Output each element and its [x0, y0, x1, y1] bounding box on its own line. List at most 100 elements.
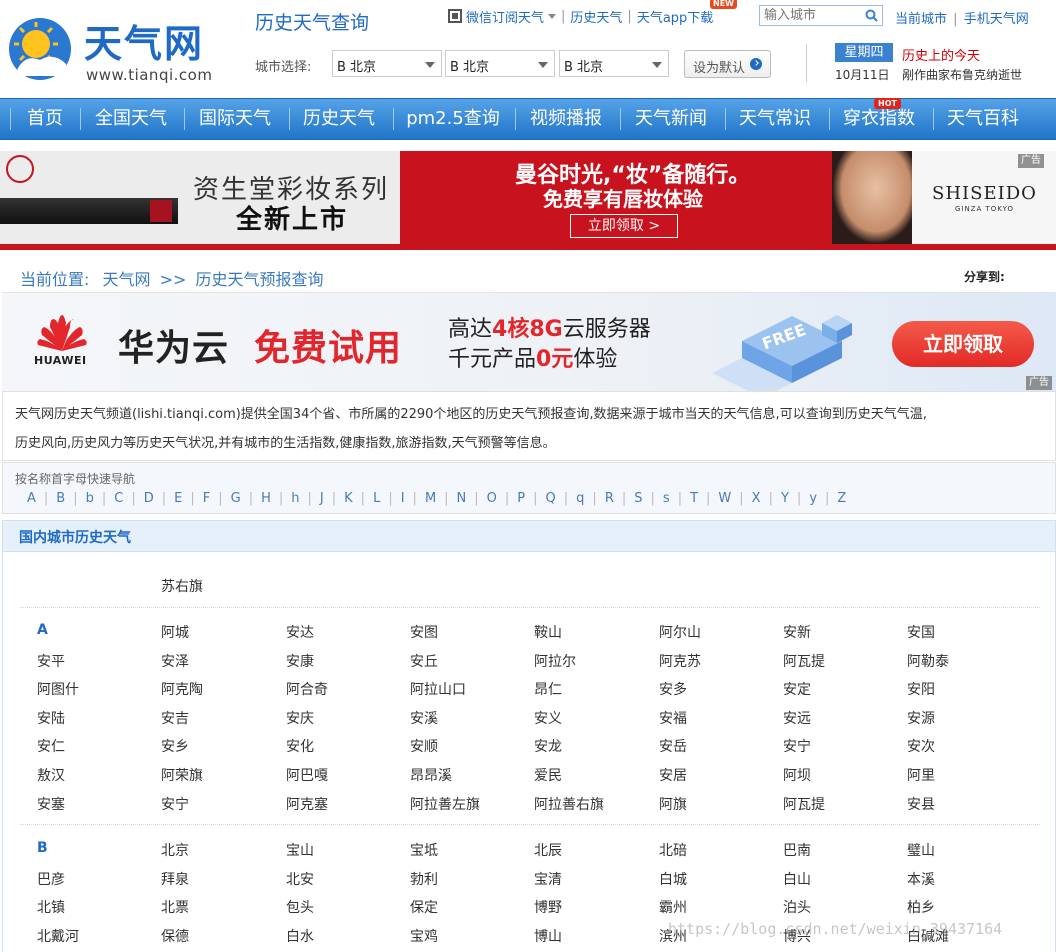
alphabet-letter-link[interactable]: h [291, 491, 299, 506]
city-link[interactable]: 安乡 [161, 736, 189, 756]
city-link[interactable]: 阿城 [161, 622, 189, 642]
nav-item-pm25[interactable]: pm2.5查询 [397, 99, 509, 139]
alphabet-letter-link[interactable]: A [27, 491, 36, 506]
city-link[interactable]: 敖汉 [37, 765, 65, 785]
alphabet-letter-link[interactable]: y [809, 491, 817, 506]
city-link[interactable]: 宝坻 [410, 840, 438, 860]
alphabet-letter-link[interactable]: B [56, 491, 65, 506]
city-link[interactable]: 阿合奇 [286, 679, 328, 699]
city-link[interactable]: 阿里 [907, 765, 935, 785]
city-link[interactable]: 阿克陶 [161, 679, 203, 699]
city-link[interactable]: 博山 [534, 926, 562, 946]
city-link[interactable]: 安阳 [907, 679, 935, 699]
city-link[interactable]: 安县 [907, 794, 935, 814]
city-link[interactable]: 阿拉尔 [534, 651, 576, 671]
today-in-history-link[interactable]: 历史上的今天 [902, 45, 980, 64]
alphabet-letter-link[interactable]: G [231, 491, 241, 506]
city-link[interactable]: 拜泉 [161, 869, 189, 889]
city-link[interactable]: 安庆 [286, 708, 314, 728]
city-link[interactable]: 本溪 [907, 869, 935, 889]
alphabet-letter-link[interactable]: X [752, 491, 761, 506]
city-link[interactable]: 安远 [783, 708, 811, 728]
city-link[interactable]: 安龙 [534, 736, 562, 756]
alphabet-letter-link[interactable]: C [114, 491, 123, 506]
city-link[interactable]: 安化 [286, 736, 314, 756]
alphabet-letter-link[interactable]: S [634, 491, 642, 506]
province-select[interactable]: B 北京 [332, 50, 442, 77]
city-link[interactable]: 安吉 [161, 708, 189, 728]
city-link[interactable]: 宝山 [286, 840, 314, 860]
alphabet-letter-link[interactable]: Y [781, 491, 789, 506]
city-link[interactable]: 安塞 [37, 794, 65, 814]
nav-item-national[interactable]: 全国天气 [84, 99, 178, 139]
city-link[interactable]: 阿拉善左旗 [410, 794, 480, 814]
alphabet-letter-link[interactable]: J [320, 491, 324, 506]
city-link[interactable]: 安国 [907, 622, 935, 642]
city-link[interactable]: 阿旗 [659, 794, 687, 814]
shiseido-ad-banner[interactable]: 资生堂彩妆系列 全新上市 曼谷时光,“妆”备随行。 免费享有唇妆体验 立即领取 … [0, 151, 1056, 250]
city-link[interactable]: 阿瓦提 [783, 794, 825, 814]
nav-item-home[interactable]: 首页 [14, 99, 76, 139]
city-link[interactable]: 安福 [659, 708, 687, 728]
city-link[interactable]: 北安 [286, 869, 314, 889]
city-select[interactable]: B 北京 [445, 50, 555, 77]
history-weather-link[interactable]: 历史天气 [570, 7, 622, 26]
city-link[interactable]: 安新 [783, 622, 811, 642]
city-link[interactable]: 北京 [161, 840, 189, 860]
alphabet-letter-link[interactable]: F [203, 491, 210, 506]
ad-claim-button[interactable]: 立即领取 > [570, 214, 678, 238]
city-link[interactable]: 宝鸡 [410, 926, 438, 946]
current-city-link[interactable]: 当前城市 [895, 12, 947, 27]
city-link[interactable]: 巴彦 [37, 869, 65, 889]
wechat-subscribe-link[interactable]: 微信订阅天气 [466, 7, 544, 26]
city-link[interactable]: 安宁 [783, 736, 811, 756]
nav-item-video[interactable]: 视频播报 [519, 99, 613, 139]
alphabet-letter-link[interactable]: H [261, 491, 271, 506]
city-link[interactable]: 白山 [783, 869, 811, 889]
city-link[interactable]: 阿尔山 [659, 622, 701, 642]
city-link[interactable]: 安丘 [410, 651, 438, 671]
city-link[interactable]: 安泽 [161, 651, 189, 671]
nav-item-encyclopedia[interactable]: 天气百科 [936, 99, 1030, 139]
city-search-input[interactable] [760, 6, 860, 25]
city-link[interactable]: 昂昂溪 [410, 765, 452, 785]
city-link[interactable]: 阿克苏 [659, 651, 701, 671]
app-download-link[interactable]: 天气app下载 [637, 7, 713, 26]
city-link[interactable]: 安康 [286, 651, 314, 671]
city-link[interactable]: 安图 [410, 622, 438, 642]
alphabet-letter-link[interactable]: I [401, 491, 405, 506]
alphabet-letter-link[interactable]: W [718, 491, 731, 506]
city-link[interactable]: 安陆 [37, 708, 65, 728]
alphabet-letter-link[interactable]: s [663, 491, 670, 506]
city-link[interactable]: 白城 [659, 869, 687, 889]
city-link[interactable]: 安岳 [659, 736, 687, 756]
city-link[interactable]: 北镇 [37, 897, 65, 917]
city-link[interactable]: 柏乡 [907, 897, 935, 917]
city-link[interactable]: 安仁 [37, 736, 65, 756]
city-link[interactable]: 霸州 [659, 897, 687, 917]
city-link[interactable]: 安居 [659, 765, 687, 785]
city-link[interactable]: 阿图什 [37, 679, 79, 699]
search-icon[interactable] [865, 9, 878, 22]
alphabet-letter-link[interactable]: O [487, 491, 497, 506]
city-link[interactable]: 阿克塞 [286, 794, 328, 814]
breadcrumb-home-link[interactable]: 天气网 [103, 270, 151, 289]
district-select[interactable]: B 北京 [559, 50, 669, 77]
nav-item-news[interactable]: 天气新闻 [624, 99, 718, 139]
city-link[interactable]: 阿瓦提 [783, 651, 825, 671]
alphabet-letter-link[interactable]: K [344, 491, 353, 506]
alphabet-letter-link[interactable]: E [174, 491, 182, 506]
alphabet-letter-link[interactable]: M [425, 491, 436, 506]
alphabet-letter-link[interactable]: q [576, 491, 584, 506]
city-link[interactable]: 保德 [161, 926, 189, 946]
today-event-link[interactable]: 剐作曲家布鲁克纳逝世 [902, 66, 1022, 83]
city-link[interactable]: 安宁 [161, 794, 189, 814]
alphabet-letter-link[interactable]: P [517, 491, 525, 506]
city-link[interactable]: 博野 [534, 897, 562, 917]
city-link[interactable]: 安达 [286, 622, 314, 642]
city-link[interactable]: 巴南 [783, 840, 811, 860]
city-link[interactable]: 安多 [659, 679, 687, 699]
alphabet-letter-link[interactable]: T [690, 491, 698, 506]
ad2-claim-button[interactable]: 立即领取 [892, 321, 1034, 367]
city-link[interactable]: 勃利 [410, 869, 438, 889]
